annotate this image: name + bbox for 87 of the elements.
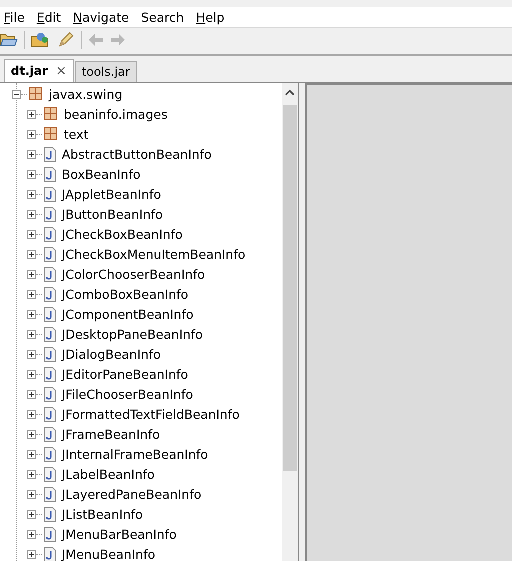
expand-icon[interactable] (27, 110, 36, 118)
java-file-icon (44, 386, 56, 402)
java-file-icon (44, 486, 56, 502)
tree-item[interactable]: JFileChooserBeanInfo (62, 386, 194, 402)
tree-item[interactable]: JFormattedTextFieldBeanInfo (62, 406, 240, 422)
java-file-icon (44, 406, 56, 422)
java-file-icon (44, 246, 56, 262)
tree-item[interactable]: JCheckBoxMenuItemBeanInfo (62, 246, 246, 262)
java-file-icon (44, 186, 56, 202)
java-file-icon (44, 366, 56, 382)
java-file-icon (44, 286, 56, 302)
expand-icon[interactable] (27, 550, 36, 558)
tree-item[interactable]: JComboBoxBeanInfo (62, 286, 189, 302)
expand-icon[interactable] (27, 290, 36, 298)
menu-item[interactable]: Help (196, 10, 225, 24)
tree-item[interactable]: javax.swing (49, 86, 123, 102)
tree-item[interactable]: text (64, 126, 89, 142)
expand-icon[interactable] (27, 230, 36, 238)
expand-icon[interactable] (27, 310, 36, 318)
tree-item[interactable]: JListBeanInfo (62, 506, 144, 522)
folder-icon[interactable] (31, 32, 51, 48)
tree-item[interactable]: JButtonBeanInfo (62, 206, 164, 222)
close-icon[interactable]: × (56, 64, 67, 78)
expand-icon[interactable] (27, 250, 36, 258)
menu-item[interactable]: Search (141, 10, 184, 24)
java-file-icon (44, 166, 56, 182)
tree-item[interactable]: JInternalFrameBeanInfo (62, 446, 208, 462)
tree-item[interactable]: JLayeredPaneBeanInfo (62, 486, 202, 502)
java-file-icon (44, 146, 56, 162)
expand-icon[interactable] (27, 390, 36, 398)
java-file-icon (44, 226, 56, 242)
java-file-icon (44, 426, 56, 442)
java-file-icon (44, 326, 56, 342)
expand-icon[interactable] (27, 470, 36, 478)
expand-icon[interactable] (27, 490, 36, 498)
java-file-icon (44, 346, 56, 362)
open-folder-icon[interactable] (0, 32, 18, 48)
expand-icon[interactable] (27, 450, 36, 458)
java-file-icon (44, 506, 56, 522)
tree-item[interactable]: BoxBeanInfo (62, 166, 141, 182)
expand-icon[interactable] (27, 530, 36, 538)
tree-item[interactable]: AbstractButtonBeanInfo (62, 146, 212, 162)
tree-item[interactable]: JEditorPaneBeanInfo (62, 366, 188, 382)
java-file-icon (44, 446, 56, 462)
expand-icon[interactable] (27, 170, 36, 178)
package-icon (29, 87, 43, 101)
expand-icon[interactable] (27, 370, 36, 378)
expand-icon[interactable] (27, 190, 36, 198)
tab-label: dt.jar (11, 64, 48, 78)
expand-icon[interactable] (27, 210, 36, 218)
tree-item[interactable]: JFrameBeanInfo (62, 426, 160, 442)
expand-icon[interactable] (27, 330, 36, 338)
expand-icon[interactable] (27, 430, 36, 438)
expand-icon[interactable] (27, 270, 36, 278)
java-file-icon (44, 526, 56, 542)
expand-icon[interactable] (27, 510, 36, 518)
tree-item[interactable]: JCheckBoxBeanInfo (62, 226, 183, 242)
expand-icon[interactable] (27, 130, 36, 138)
scrollbar[interactable] (282, 83, 298, 561)
menu-item[interactable]: File (4, 10, 25, 24)
java-file-icon (44, 466, 56, 482)
menu-item[interactable]: Edit (36, 10, 62, 24)
tree-item[interactable]: JDesktopPaneBeanInfo (62, 326, 203, 342)
collapse-icon[interactable] (12, 90, 21, 98)
package-icon (44, 107, 58, 121)
tab[interactable]: dt.jar × (4, 59, 74, 82)
java-file-icon (44, 206, 56, 222)
tree-item[interactable]: JAppletBeanInfo (62, 186, 162, 202)
package-icon (44, 127, 58, 141)
menu-item[interactable]: Navigate (73, 10, 130, 24)
tree-item[interactable]: JComponentBeanInfo (62, 306, 194, 322)
expand-icon[interactable] (27, 350, 36, 358)
pen-icon[interactable] (57, 31, 75, 49)
tree-item[interactable]: JLabelBeanInfo (62, 466, 155, 482)
tree-item[interactable]: JColorChooserBeanInfo (62, 266, 206, 282)
tree-item[interactable]: beaninfo.images (64, 106, 168, 122)
tab-label: tools.jar (82, 65, 130, 79)
expand-icon[interactable] (27, 150, 36, 158)
scroll-up-icon[interactable] (285, 89, 295, 97)
tree-item[interactable]: JMenuBeanInfo (62, 546, 156, 561)
tree-item[interactable]: JMenuBarBeanInfo (62, 526, 177, 542)
java-file-icon (44, 306, 56, 322)
java-file-icon (44, 266, 56, 282)
tree-item[interactable]: JDialogBeanInfo (62, 346, 162, 362)
tab[interactable]: tools.jar (74, 61, 138, 82)
scrollbar-thumb[interactable] (283, 105, 297, 471)
expand-icon[interactable] (27, 410, 36, 418)
